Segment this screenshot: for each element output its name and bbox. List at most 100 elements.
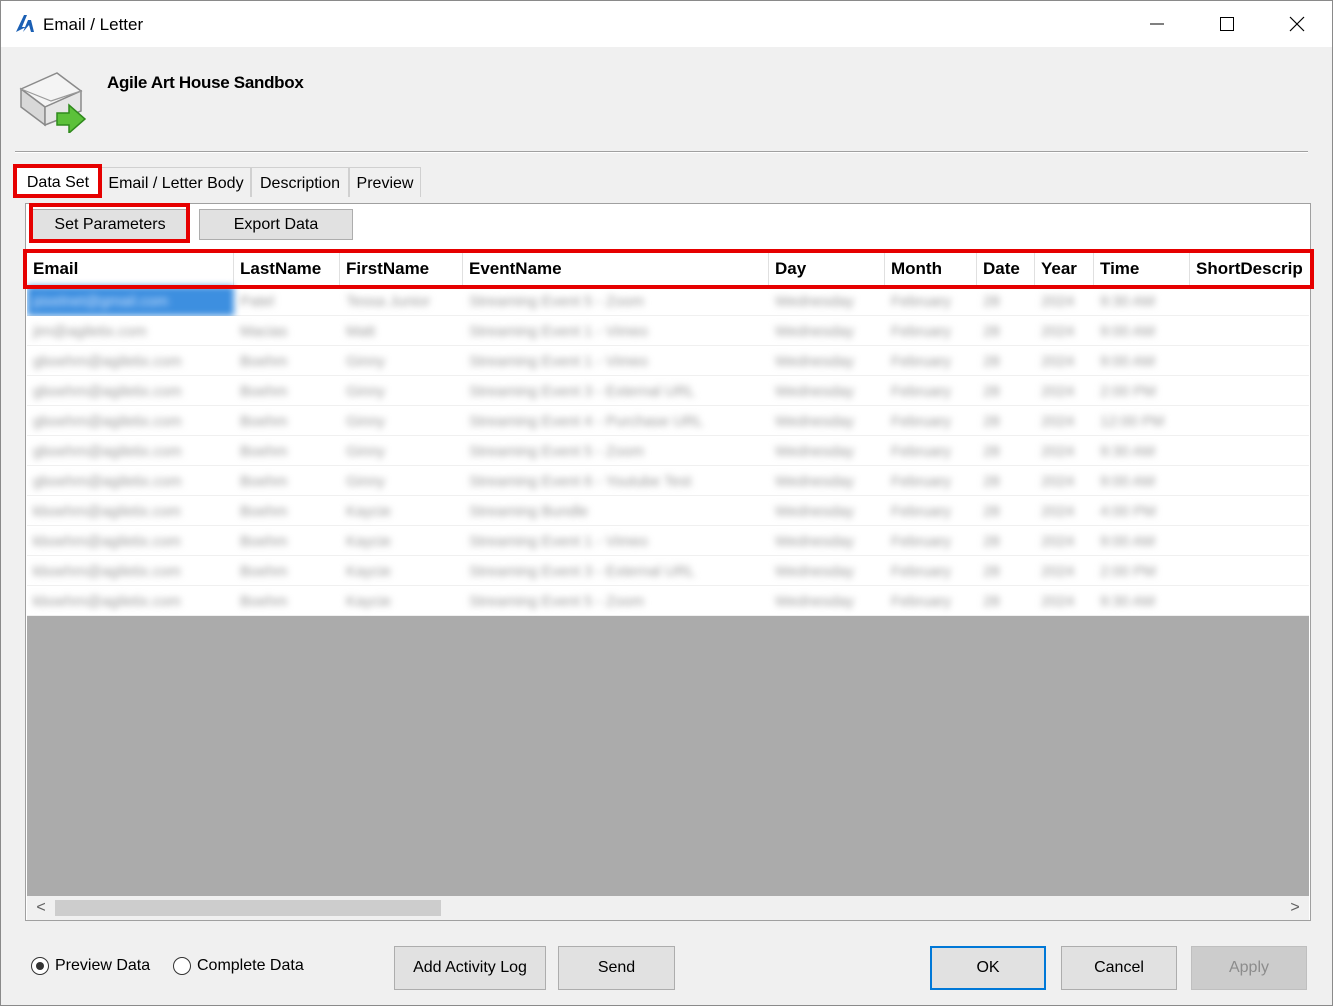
cell-eventname[interactable]: Streaming Event 6 - Youtube Test — [463, 466, 769, 496]
table-row[interactable]: kboehm@agiletix.com Boehm Kaycie Streaming … — [27, 496, 1309, 526]
cell-day[interactable]: Wednesday — [769, 436, 885, 466]
table-row[interactable]: kboehm@agiletix.com Boehm Kaycie Streaming … — [27, 526, 1309, 556]
cell-lastname[interactable]: Boehm — [234, 526, 340, 556]
cell-email[interactable]: gboehm@agiletix.com — [27, 346, 234, 376]
cell-firstname[interactable]: Ginny — [340, 376, 463, 406]
cell-year[interactable]: 2024 — [1035, 526, 1094, 556]
ok-button[interactable]: OK — [930, 946, 1046, 990]
cell-date[interactable]: 28 — [977, 376, 1035, 406]
cell-month[interactable]: February — [885, 406, 977, 436]
cell-time[interactable]: 2:00 PM — [1094, 376, 1190, 406]
cell-time[interactable]: 9:30 AM — [1094, 436, 1190, 466]
cell-year[interactable]: 2024 — [1035, 316, 1094, 346]
scroll-right-arrow[interactable]: > — [1283, 896, 1307, 920]
cell-date[interactable]: 28 — [977, 346, 1035, 376]
cell-day[interactable]: Wednesday — [769, 496, 885, 526]
cell-date[interactable]: 28 — [977, 556, 1035, 586]
column-header-email[interactable]: Email — [27, 252, 234, 286]
cell-email[interactable]: pixelnet@gmail.com — [27, 286, 234, 316]
cell-year[interactable]: 2024 — [1035, 496, 1094, 526]
cell-month[interactable]: February — [885, 586, 977, 616]
cell-eventname[interactable]: Streaming Event 5 - Zoom — [463, 286, 769, 316]
cell-email[interactable]: kboehm@agiletix.com — [27, 556, 234, 586]
column-header-eventname[interactable]: EventName — [463, 252, 769, 286]
cell-shortdescrip[interactable] — [1190, 526, 1309, 556]
table-row[interactable]: jim@agiletix.com Macias Matt Streaming Even… — [27, 316, 1309, 346]
cell-day[interactable]: Wednesday — [769, 286, 885, 316]
scroll-thumb[interactable] — [55, 900, 441, 916]
table-row[interactable]: gboehm@agiletix.com Boehm Ginny Streaming E… — [27, 346, 1309, 376]
add-activity-log-button[interactable]: Add Activity Log — [394, 946, 546, 990]
cell-eventname[interactable]: Streaming Event 5 - Zoom — [463, 586, 769, 616]
table-row[interactable]: gboehm@agiletix.com Boehm Ginny Streaming E… — [27, 466, 1309, 496]
cell-time[interactable]: 9:00 AM — [1094, 316, 1190, 346]
cell-date[interactable]: 28 — [977, 316, 1035, 346]
cell-month[interactable]: February — [885, 496, 977, 526]
cell-date[interactable]: 28 — [977, 496, 1035, 526]
tab-email-letter-body[interactable]: Email / Letter Body — [101, 167, 251, 197]
column-header-day[interactable]: Day — [769, 252, 885, 286]
tab-preview[interactable]: Preview — [349, 167, 421, 197]
cell-date[interactable]: 28 — [977, 586, 1035, 616]
cell-day[interactable]: Wednesday — [769, 316, 885, 346]
table-row[interactable]: kboehm@agiletix.com Boehm Kaycie Streaming … — [27, 586, 1309, 616]
cell-year[interactable]: 2024 — [1035, 556, 1094, 586]
cell-shortdescrip[interactable] — [1190, 466, 1309, 496]
cell-eventname[interactable]: Streaming Event 3 - External URL — [463, 376, 769, 406]
maximize-button[interactable] — [1192, 1, 1262, 47]
cell-month[interactable]: February — [885, 556, 977, 586]
cell-firstname[interactable]: Ginny — [340, 346, 463, 376]
cell-eventname[interactable]: Streaming Event 3 - External URL — [463, 556, 769, 586]
cell-month[interactable]: February — [885, 376, 977, 406]
cell-email[interactable]: kboehm@agiletix.com — [27, 526, 234, 556]
cell-email[interactable]: gboehm@agiletix.com — [27, 436, 234, 466]
title-bar[interactable]: Email / Letter — [1, 1, 1332, 47]
cell-month[interactable]: February — [885, 316, 977, 346]
cell-shortdescrip[interactable] — [1190, 586, 1309, 616]
cell-time[interactable]: 9:00 AM — [1094, 526, 1190, 556]
export-data-button[interactable]: Export Data — [199, 209, 353, 240]
cell-lastname[interactable]: Boehm — [234, 376, 340, 406]
set-parameters-button[interactable]: Set Parameters — [32, 209, 188, 240]
cell-day[interactable]: Wednesday — [769, 466, 885, 496]
column-header-year[interactable]: Year — [1035, 252, 1094, 286]
cell-shortdescrip[interactable] — [1190, 376, 1309, 406]
cell-shortdescrip[interactable] — [1190, 346, 1309, 376]
cell-time[interactable]: 9:30 AM — [1094, 586, 1190, 616]
cell-lastname[interactable]: Boehm — [234, 406, 340, 436]
horizontal-scrollbar[interactable]: < > — [27, 896, 1309, 920]
table-row[interactable]: gboehm@agiletix.com Boehm Ginny Streaming E… — [27, 436, 1309, 466]
cell-email[interactable]: kboehm@agiletix.com — [27, 496, 234, 526]
cell-firstname[interactable]: Tessa Junior — [340, 286, 463, 316]
data-grid[interactable]: Email LastName FirstName EventName Day M… — [27, 252, 1309, 896]
cell-year[interactable]: 2024 — [1035, 586, 1094, 616]
cell-lastname[interactable]: Macias — [234, 316, 340, 346]
cell-firstname[interactable]: Kaycie — [340, 526, 463, 556]
cell-date[interactable]: 28 — [977, 466, 1035, 496]
cell-lastname[interactable]: Patel — [234, 286, 340, 316]
tab-data-set[interactable]: Data Set — [15, 165, 101, 197]
apply-button[interactable]: Apply — [1191, 946, 1307, 990]
cell-time[interactable]: 4:00 PM — [1094, 496, 1190, 526]
cell-time[interactable]: 9:30 AM — [1094, 286, 1190, 316]
column-header-lastname[interactable]: LastName — [234, 252, 340, 286]
cell-shortdescrip[interactable] — [1190, 556, 1309, 586]
cell-firstname[interactable]: Ginny — [340, 406, 463, 436]
cell-firstname[interactable]: Matt — [340, 316, 463, 346]
cell-day[interactable]: Wednesday — [769, 556, 885, 586]
cell-eventname[interactable]: Streaming Event 5 - Zoom — [463, 436, 769, 466]
close-button[interactable] — [1262, 1, 1332, 47]
cell-year[interactable]: 2024 — [1035, 376, 1094, 406]
cell-year[interactable]: 2024 — [1035, 406, 1094, 436]
cell-day[interactable]: Wednesday — [769, 526, 885, 556]
column-header-time[interactable]: Time — [1094, 252, 1190, 286]
cell-firstname[interactable]: Ginny — [340, 436, 463, 466]
column-header-month[interactable]: Month — [885, 252, 977, 286]
complete-data-radio[interactable]: Complete Data — [173, 957, 304, 975]
cell-month[interactable]: February — [885, 526, 977, 556]
cell-month[interactable]: February — [885, 466, 977, 496]
table-row[interactable]: pixelnet@gmail.com Patel Tessa Junior Strea… — [27, 286, 1309, 316]
cell-month[interactable]: February — [885, 436, 977, 466]
column-header-shortdescrip[interactable]: ShortDescrip — [1190, 252, 1309, 286]
preview-data-radio[interactable]: Preview Data — [31, 957, 150, 975]
